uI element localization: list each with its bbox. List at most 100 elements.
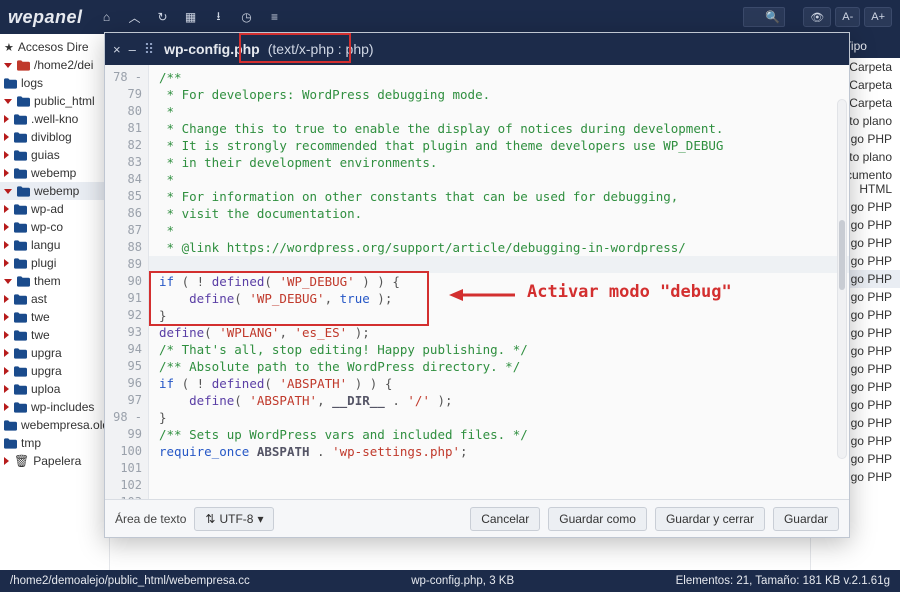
- tree-item[interactable]: webempresa.oldf: [0, 416, 109, 434]
- trash-icon: 🗑: [14, 454, 29, 468]
- grid-icon[interactable]: ▦: [179, 5, 203, 29]
- status-path: /home2/demoalejo/public_html/webempresa.…: [10, 575, 250, 587]
- scrollbar-thumb[interactable]: [839, 220, 845, 290]
- tree-item[interactable]: .well-kno: [0, 110, 109, 128]
- download-icon[interactable]: ⭳: [207, 5, 231, 29]
- tree-item[interactable]: logs: [0, 74, 109, 92]
- tree-item[interactable]: diviblog: [0, 128, 109, 146]
- tree-label: .well-kno: [31, 112, 78, 126]
- caret-down-icon: [4, 279, 12, 284]
- tree-label: them: [34, 274, 61, 288]
- line-gutter: 78 -798081828384858687888990919293949596…: [105, 65, 149, 499]
- minimize-icon[interactable]: –: [129, 42, 136, 57]
- tree-label: webemp: [34, 184, 79, 198]
- status-center: wp-config.php, 3 KB: [411, 575, 514, 587]
- tree-label: Accesos Dire: [18, 40, 89, 54]
- editor-filename: wp-config.php: [164, 41, 260, 57]
- tree-item[interactable]: langu: [0, 236, 109, 254]
- tree-item[interactable]: public_html: [0, 92, 109, 110]
- tree-item[interactable]: twe: [0, 326, 109, 344]
- cancel-button[interactable]: Cancelar: [470, 507, 540, 531]
- tree-item[interactable]: wp-includes: [0, 398, 109, 416]
- tree-label: guias: [31, 148, 60, 162]
- font-decrease-button[interactable]: A-: [835, 7, 860, 27]
- tree-item[interactable]: ast: [0, 290, 109, 308]
- caret-right-icon: [4, 367, 9, 375]
- caret-right-icon: [4, 349, 9, 357]
- caret-down-icon: [4, 189, 12, 194]
- star-icon: ★: [4, 41, 14, 54]
- tree-item[interactable]: upgra: [0, 344, 109, 362]
- tree-label: public_html: [34, 94, 95, 108]
- tree-item[interactable]: webemp: [0, 164, 109, 182]
- tree-label: wp-includes: [31, 400, 94, 414]
- tree-item[interactable]: /home2/dei: [0, 56, 109, 74]
- home-icon[interactable]: ⌂: [95, 5, 119, 29]
- tree-label: uploa: [31, 382, 60, 396]
- caret-right-icon: [4, 403, 9, 411]
- font-increase-button[interactable]: A+: [864, 7, 892, 27]
- center-pane: × – ⠿ wp-config.php (text/x-php : php) 7…: [110, 34, 810, 570]
- tree-label: tmp: [21, 436, 41, 450]
- caret-down-icon: [4, 63, 12, 68]
- tree-label: diviblog: [31, 130, 72, 144]
- tree-item[interactable]: webemp: [0, 182, 109, 200]
- tree-label: twe: [31, 310, 50, 324]
- annotation-arrow: [449, 286, 519, 308]
- tree-item[interactable]: twe: [0, 308, 109, 326]
- save-close-button[interactable]: Guardar y cerrar: [655, 507, 765, 531]
- caret-right-icon: [4, 331, 9, 339]
- save-button[interactable]: Guardar: [773, 507, 839, 531]
- editor-header: × – ⠿ wp-config.php (text/x-php : php): [105, 33, 849, 65]
- caret-right-icon: [4, 457, 9, 465]
- drag-handle-icon[interactable]: ⠿: [144, 41, 156, 58]
- tree-item[interactable]: guias: [0, 146, 109, 164]
- caret-right-icon: [4, 151, 9, 159]
- close-icon[interactable]: ×: [113, 42, 121, 57]
- tree-label: wp-ad: [31, 202, 64, 216]
- eye-toggle[interactable]: 👁: [803, 7, 831, 27]
- tree-label: /home2/dei: [34, 58, 93, 72]
- clock-icon[interactable]: ◷: [235, 5, 259, 29]
- caret-down-icon: [4, 99, 12, 104]
- annotation-text: Activar modo "debug": [527, 284, 732, 301]
- caret-right-icon: [4, 115, 9, 123]
- tree-item[interactable]: 🗑Papelera: [0, 452, 109, 470]
- tree-label: langu: [31, 238, 60, 252]
- editor-footer: Área de texto ⇅ UTF-8 ▾ Cancelar Guardar…: [105, 499, 849, 537]
- code-body[interactable]: /** * For developers: WordPress debuggin…: [149, 65, 849, 499]
- tree-item[interactable]: them: [0, 272, 109, 290]
- caret-right-icon: [4, 133, 9, 141]
- save-as-button[interactable]: Guardar como: [548, 507, 647, 531]
- tree-label: twe: [31, 328, 50, 342]
- tree-label: wp-co: [31, 220, 63, 234]
- encoding-select[interactable]: ⇅ UTF-8 ▾: [194, 507, 274, 531]
- caret-right-icon: [4, 223, 9, 231]
- topbar: wepanel ⌂ ︿ ↻ ▦ ⭳ ◷ ≡ 🔍 👁 A- A+: [0, 0, 900, 34]
- textarea-label: Área de texto: [115, 512, 186, 526]
- statusbar: /home2/demoalejo/public_html/webempresa.…: [0, 570, 900, 592]
- tree-item[interactable]: upgra: [0, 362, 109, 380]
- scrollbar-vertical[interactable]: [837, 99, 847, 459]
- search-input[interactable]: 🔍: [743, 7, 785, 27]
- brand-logo: wepanel: [8, 7, 83, 28]
- tree-item[interactable]: ★ Accesos Dire: [0, 38, 109, 56]
- file-tree[interactable]: ★ Accesos Dire/home2/dei logs public_html .w…: [0, 34, 110, 570]
- tree-item[interactable]: wp-ad: [0, 200, 109, 218]
- tree-item[interactable]: plugi: [0, 254, 109, 272]
- caret-right-icon: [4, 169, 9, 177]
- tree-label: webempresa.oldf: [21, 418, 110, 432]
- tree-label: ast: [31, 292, 47, 306]
- status-right: Elementos: 21, Tamaño: 181 KB v.2.1.61g: [676, 575, 890, 587]
- refresh-icon[interactable]: ↻: [151, 5, 175, 29]
- main: ★ Accesos Dire/home2/dei logs public_html .w…: [0, 34, 900, 570]
- tree-item[interactable]: uploa: [0, 380, 109, 398]
- tree-label: upgra: [31, 364, 62, 378]
- tree-item[interactable]: tmp: [0, 434, 109, 452]
- sliders-icon[interactable]: ≡: [263, 5, 287, 29]
- chevron-up-icon[interactable]: ︿: [123, 5, 147, 29]
- code-area[interactable]: 78 -798081828384858687888990919293949596…: [105, 65, 849, 499]
- tree-item[interactable]: wp-co: [0, 218, 109, 236]
- search-icon: 🔍: [765, 10, 780, 24]
- caret-right-icon: [4, 313, 9, 321]
